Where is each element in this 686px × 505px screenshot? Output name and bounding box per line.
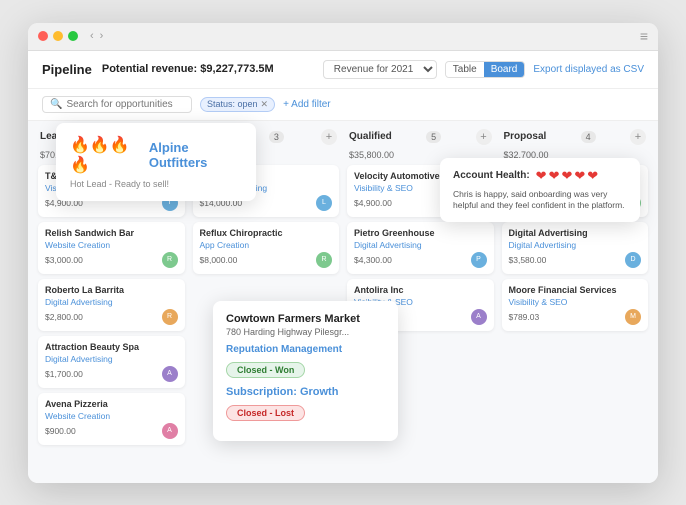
potential-revenue: Potential revenue: $9,227,773.5M — [102, 63, 274, 75]
col-header-proposal: Proposal 4 + — [502, 129, 649, 145]
col-add-proposal[interactable]: + — [630, 129, 646, 145]
cowtown-name: Cowtown Farmers Market — [226, 313, 385, 325]
browser-window: ‹ › ≡ Pipeline Potential revenue: $9,227… — [28, 23, 658, 483]
app-header: Pipeline Potential revenue: $9,227,773.5… — [28, 51, 658, 89]
dot-red[interactable] — [38, 31, 48, 41]
avatar: R — [162, 309, 178, 325]
col-count-proposal: 4 — [581, 131, 596, 143]
browser-dots — [38, 31, 78, 41]
health-text: Chris is happy, said onboarding was very… — [453, 189, 627, 213]
account-health-popup: Account Health: ❤ ❤ ❤ ❤ ❤ Chris is happy… — [440, 158, 640, 223]
search-box: 🔍 — [42, 96, 192, 113]
alpine-outfitters-popup: 🔥🔥🔥🔥 Alpine Outfitters Hot Lead - Ready … — [56, 123, 256, 201]
remove-filter-icon[interactable]: ✕ — [261, 99, 269, 110]
heart-2: ❤ — [549, 168, 560, 184]
cowtown-popup: Cowtown Farmers Market 780 Harding Highw… — [213, 301, 398, 441]
avatar: A — [471, 309, 487, 325]
list-item[interactable]: Avena Pizzeria Website Creation $900.00A — [38, 393, 185, 445]
add-filter-button[interactable]: + Add filter — [283, 99, 331, 110]
avatar: D — [625, 252, 641, 268]
search-icon: 🔍 — [50, 99, 62, 110]
heart-5: ❤ — [587, 168, 598, 184]
list-item[interactable]: Pietro Greenhouse Digital Advertising $4… — [347, 222, 494, 274]
dot-yellow[interactable] — [53, 31, 63, 41]
avatar: A — [162, 366, 178, 382]
heart-3: ❤ — [561, 168, 572, 184]
col-count-qualified: 5 — [426, 131, 441, 143]
search-input[interactable] — [66, 99, 184, 110]
col-title-qualified: Qualified — [349, 131, 392, 142]
list-item[interactable]: Attraction Beauty Spa Digital Advertisin… — [38, 336, 185, 388]
browser-menu-icon[interactable]: ≡ — [640, 28, 648, 44]
browser-titlebar: ‹ › ≡ — [28, 23, 658, 51]
list-item[interactable]: Relish Sandwich Bar Website Creation $3,… — [38, 222, 185, 274]
view-toggle: Table Board — [445, 61, 526, 78]
cowtown-address: 780 Harding Highway Pilesgr... — [226, 327, 385, 337]
export-csv-button[interactable]: Export displayed as CSV — [533, 64, 644, 75]
closed-lost-badge: Closed - Lost — [226, 405, 305, 421]
revenue-year-select[interactable]: Revenue for 2021 — [323, 60, 437, 79]
list-item[interactable]: Moore Financial Services Visibility & SE… — [502, 279, 649, 331]
alpine-name: Alpine Outfitters — [149, 140, 242, 170]
table-view-button[interactable]: Table — [446, 62, 484, 77]
header-right: Revenue for 2021 Table Board Export disp… — [323, 60, 644, 79]
col-count-contact: 3 — [269, 131, 284, 143]
dot-green[interactable] — [68, 31, 78, 41]
avatar: R — [316, 252, 332, 268]
avatar: L — [316, 195, 332, 211]
pipeline-label: Pipeline — [42, 62, 92, 77]
health-title: Account Health: — [453, 170, 530, 181]
col-header-qualified: Qualified 5 + — [347, 129, 494, 145]
browser-nav: ‹ › — [90, 30, 103, 42]
avatar: P — [471, 252, 487, 268]
heart-4: ❤ — [574, 168, 585, 184]
avatar: R — [162, 252, 178, 268]
fire-icon: 🔥🔥🔥🔥 — [70, 135, 143, 175]
col-title-proposal: Proposal — [504, 131, 547, 142]
alpine-logo: 🔥🔥🔥🔥 Alpine Outfitters — [70, 135, 242, 175]
list-item[interactable]: Reflux Chiropractic App Creation $8,000.… — [193, 222, 340, 274]
subscription-label: Subscription: Growth — [226, 386, 385, 398]
avatar: A — [162, 423, 178, 439]
status-filter-badge[interactable]: Status: open ✕ — [200, 97, 275, 112]
closed-won-badge: Closed - Won — [226, 362, 305, 378]
col-add-contact[interactable]: + — [321, 129, 337, 145]
back-arrow-icon[interactable]: ‹ — [90, 30, 94, 42]
col-add-qualified[interactable]: + — [476, 129, 492, 145]
heart-1: ❤ — [536, 168, 547, 184]
toolbar: 🔍 Status: open ✕ + Add filter — [28, 89, 658, 121]
list-item[interactable]: Roberto La Barrita Digital Advertising $… — [38, 279, 185, 331]
board-view-button[interactable]: Board — [484, 62, 525, 77]
reputation-management-label: Reputation Management — [226, 344, 385, 355]
health-header: Account Health: ❤ ❤ ❤ ❤ ❤ — [453, 168, 627, 184]
hearts: ❤ ❤ ❤ ❤ ❤ — [536, 168, 599, 184]
forward-arrow-icon[interactable]: › — [100, 30, 104, 42]
alpine-tagline: Hot Lead - Ready to sell! — [70, 179, 242, 189]
avatar: M — [625, 309, 641, 325]
list-item[interactable]: Digital Advertising Digital Advertising … — [502, 222, 649, 274]
